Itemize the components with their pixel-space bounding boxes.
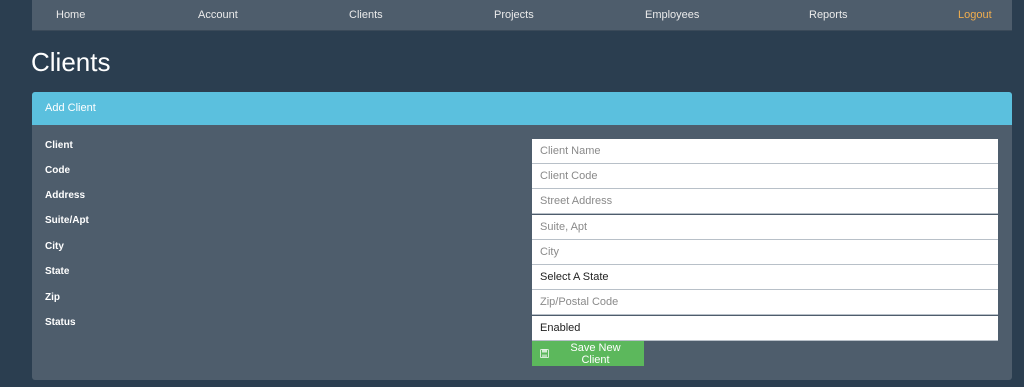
suite-apt-label: Suite/Apt [45, 215, 89, 226]
zip-input[interactable] [532, 290, 998, 315]
floppy-disk-icon [540, 349, 549, 358]
state-select[interactable]: Select A State [532, 265, 998, 290]
nav-reports[interactable]: Reports [809, 0, 848, 31]
nav-account[interactable]: Account [198, 0, 238, 31]
zip-label: Zip [45, 292, 60, 303]
street-address-input[interactable] [532, 189, 998, 214]
client-code-input[interactable] [532, 164, 998, 189]
code-label: Code [45, 165, 70, 176]
nav-projects[interactable]: Projects [494, 0, 534, 31]
status-select[interactable]: Enabled [532, 316, 998, 341]
top-navbar: Home Account Clients Projects Employees … [32, 0, 1012, 31]
city-label: City [45, 241, 64, 252]
save-new-client-button[interactable]: Save New Client [532, 341, 644, 366]
state-label: State [45, 266, 70, 277]
address-label: Address [45, 190, 86, 201]
client-name-input[interactable] [532, 139, 998, 164]
client-label: Client [45, 140, 73, 151]
status-label: Status [45, 317, 76, 328]
panel-heading: Add Client [32, 92, 1012, 125]
city-input[interactable] [532, 240, 998, 265]
nav-clients[interactable]: Clients [349, 0, 383, 31]
suite-apt-input[interactable] [532, 215, 998, 240]
nav-logout[interactable]: Logout [958, 0, 992, 31]
nav-home[interactable]: Home [56, 0, 85, 31]
page-title: Clients [31, 47, 111, 77]
save-button-label: Save New Client [570, 341, 621, 366]
nav-employees[interactable]: Employees [645, 0, 699, 31]
add-client-panel: Add Client Client Code Address Suite/Apt… [32, 92, 1012, 380]
